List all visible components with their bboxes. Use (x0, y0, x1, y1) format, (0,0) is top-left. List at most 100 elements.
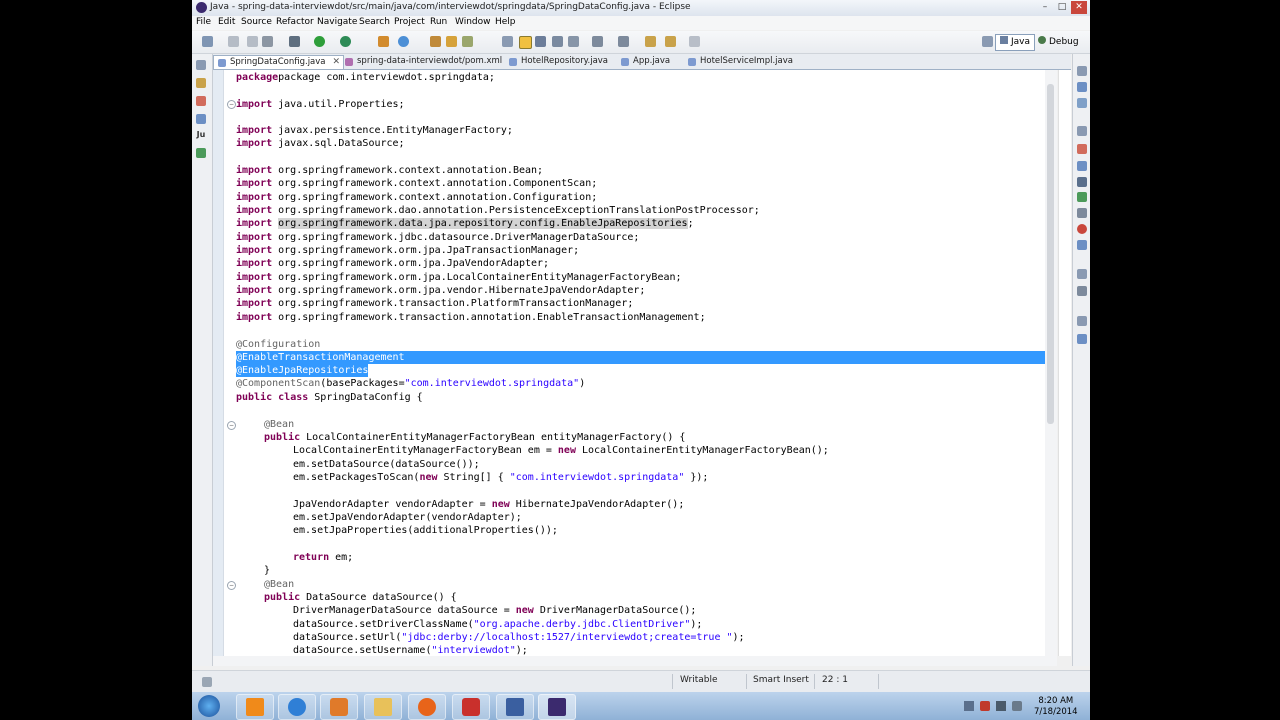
menu-window[interactable]: Window (455, 17, 491, 27)
debug-perspective[interactable]: Debug (1033, 34, 1084, 51)
menu-help[interactable]: Help (495, 17, 516, 27)
open-perspective-icon[interactable] (982, 36, 993, 47)
task-list-icon[interactable] (1077, 82, 1087, 92)
minimize-button[interactable]: – (1037, 1, 1053, 14)
servers-icon[interactable] (196, 148, 206, 158)
taskbar-firefox[interactable] (408, 694, 446, 720)
package-explorer-icon[interactable] (196, 78, 206, 88)
save-all-icon[interactable] (247, 36, 258, 47)
menu-refactor[interactable]: Refactor (276, 17, 314, 27)
code-line: import org.springframework.orm.jpa.vendo… (236, 284, 645, 297)
debug-icon[interactable] (289, 36, 300, 47)
taskbar-media[interactable] (320, 694, 358, 720)
pilcrow-icon[interactable] (568, 36, 579, 47)
vertical-scrollbar[interactable] (1045, 70, 1057, 656)
tab-hotelrepository[interactable]: HotelRepository.java (505, 55, 621, 68)
taskbar-eclipse[interactable] (538, 694, 576, 720)
external-tools-icon[interactable] (340, 36, 351, 47)
servers-icon[interactable] (1077, 192, 1087, 202)
code-line: @Bean (264, 579, 295, 590)
problems-icon[interactable] (1077, 144, 1087, 154)
menu-run[interactable]: Run (430, 17, 447, 27)
history-icon[interactable] (1077, 286, 1087, 296)
console-icon[interactable] (1077, 177, 1087, 187)
save-icon[interactable] (228, 36, 239, 47)
menu-search[interactable]: Search (359, 17, 390, 27)
taskbar-explorer[interactable] (364, 694, 402, 720)
open-type-icon[interactable] (430, 36, 441, 47)
back-icon[interactable] (665, 36, 676, 47)
fold-toggle[interactable]: − (227, 581, 236, 590)
forward-icon[interactable] (689, 36, 700, 47)
horizontal-scrollbar[interactable] (213, 656, 1057, 666)
tab-app[interactable]: App.java (617, 55, 693, 68)
network-icon[interactable] (996, 701, 1006, 711)
new-java-project-icon[interactable] (378, 36, 389, 47)
taskbar-vlc[interactable] (236, 694, 274, 720)
open-task-icon[interactable] (446, 36, 457, 47)
menu-file[interactable]: File (196, 17, 211, 27)
progress-icon[interactable] (1077, 208, 1087, 218)
maximize-button[interactable]: □ (1054, 1, 1070, 14)
taskbar-ie[interactable] (278, 694, 316, 720)
outline-icon[interactable] (1077, 98, 1087, 108)
block-select-icon[interactable] (535, 36, 546, 47)
toggle-highlight-icon[interactable] (519, 36, 532, 49)
tab-label: spring-data-interviewdot/pom.xml (357, 56, 503, 66)
last-edit-icon[interactable] (645, 36, 656, 47)
close-icon[interactable]: ✕ (332, 56, 340, 69)
fast-view-icon[interactable] (202, 677, 212, 687)
error-log-icon[interactable] (1077, 224, 1087, 234)
restore-icon[interactable] (1077, 66, 1087, 76)
fold-toggle[interactable]: − (227, 100, 236, 109)
eclipse-logo-icon (196, 2, 207, 13)
code-line: import org.springframework.context.annot… (236, 164, 543, 177)
tab-hotelserviceimpl[interactable]: HotelServiceImpl.java (684, 55, 810, 68)
restore-icon[interactable] (1077, 126, 1087, 136)
next-annotation-icon[interactable] (592, 36, 603, 47)
volume-icon[interactable] (1012, 701, 1022, 711)
restore-icon[interactable] (1077, 269, 1087, 279)
tray-arrow-icon[interactable] (964, 701, 974, 711)
close-button[interactable]: ✕ (1071, 1, 1087, 14)
junit-icon[interactable]: Ju (196, 130, 206, 140)
tray-flag-icon[interactable] (980, 701, 990, 711)
menu-edit[interactable]: Edit (218, 17, 235, 27)
hierarchy-icon[interactable] (196, 96, 206, 106)
code-keyword: new (419, 472, 438, 483)
fold-toggle[interactable]: − (227, 421, 236, 430)
restore-icon[interactable] (1077, 316, 1087, 326)
outline-icon[interactable] (196, 114, 206, 124)
run-icon[interactable] (314, 36, 325, 47)
java-code-editor[interactable]: − − − packagepackage com.interviewdot.sp… (213, 70, 1045, 656)
prev-annotation-icon[interactable] (618, 36, 629, 47)
menu-navigate[interactable]: Navigate (317, 17, 357, 27)
restore-icon[interactable] (196, 60, 206, 70)
system-clock[interactable]: 8:20 AM 7/18/2014 (1034, 696, 1078, 718)
print-icon[interactable] (262, 36, 273, 47)
code-text: org.springframework.dao.annotation.Persi… (272, 205, 760, 216)
overview-ruler[interactable] (1058, 70, 1071, 656)
start-button-icon[interactable] (198, 695, 220, 717)
code-text: ); (732, 632, 745, 643)
taskbar-filezilla[interactable] (452, 694, 490, 720)
javadoc-icon[interactable] (1077, 161, 1087, 171)
show-whitespace-icon[interactable] (552, 36, 563, 47)
scrollbar-thumb[interactable] (1047, 84, 1054, 424)
search-view-icon[interactable] (1077, 240, 1087, 250)
code-line: em.setJpaVendorAdapter(vendorAdapter); (293, 512, 522, 523)
new-class-icon[interactable] (398, 36, 409, 47)
search-icon[interactable] (462, 36, 473, 47)
menu-project[interactable]: Project (394, 17, 425, 27)
tab-springdataconfig[interactable]: SpringDataConfig.java ✕ (213, 55, 344, 69)
menu-source[interactable]: Source (241, 17, 272, 27)
code-text: package com.interviewdot.springdata; (278, 72, 495, 83)
code-text: ); (515, 645, 528, 656)
toggle-mark-icon[interactable] (502, 36, 513, 47)
call-hierarchy-icon[interactable] (1077, 334, 1087, 344)
code-string: "jdbc:derby://localhost:1527/interviewdo… (401, 632, 733, 643)
java-perspective[interactable]: Java (995, 34, 1036, 51)
taskbar-app[interactable] (496, 694, 534, 720)
tab-pom-xml[interactable]: spring-data-interviewdot/pom.xml (341, 55, 507, 68)
new-icon[interactable] (202, 36, 213, 47)
